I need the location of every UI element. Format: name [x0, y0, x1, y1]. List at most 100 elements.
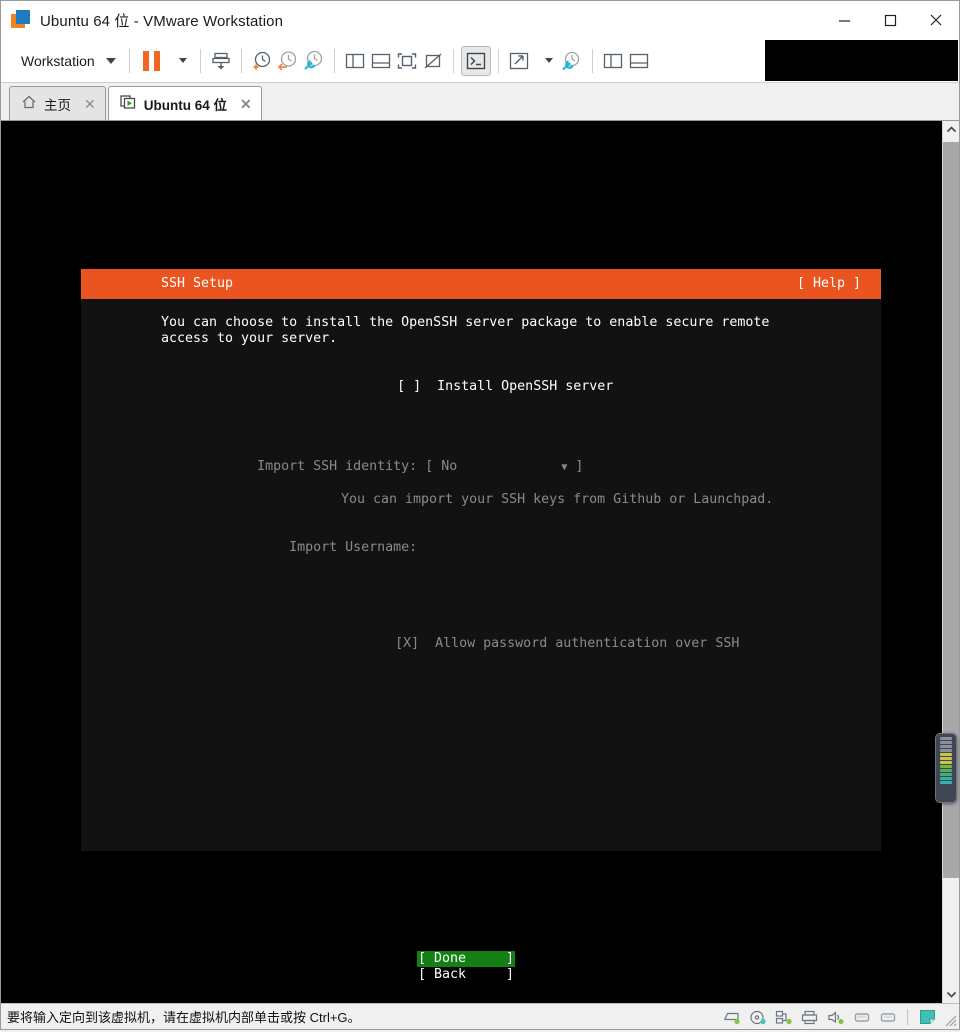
import-username-row[interactable]: Import Username: — [81, 524, 881, 572]
snapshot-revert-icon[interactable] — [275, 48, 301, 74]
toolbar-divider — [591, 48, 593, 73]
send-key-icon[interactable] — [208, 48, 234, 74]
level-meter-segment — [940, 769, 952, 772]
install-openssh-label: Install OpenSSH server — [437, 379, 614, 394]
resize-grip-icon[interactable] — [943, 1013, 957, 1027]
snapshot-manager-icon[interactable] — [301, 48, 327, 74]
vmware-logo-icon — [11, 10, 31, 30]
import-username-label: Import Username: — [289, 540, 418, 555]
usb-device-icon[interactable] — [852, 1009, 871, 1026]
main-toolbar: Workstation — [1, 39, 959, 83]
library-panel-icon[interactable] — [600, 48, 626, 74]
toolbar-divider — [199, 48, 201, 73]
close-icon[interactable]: ✕ — [240, 97, 252, 111]
ubuntu-installer-ssh-setup: SSH Setup [ Help ] You can choose to ins… — [81, 269, 881, 982]
allow-password-auth-row[interactable]: [X] Allow password authentication over S… — [81, 620, 881, 668]
description-line-1: You can choose to install the OpenSSH se… — [161, 315, 770, 330]
workstation-menu-label: Workstation — [21, 52, 95, 69]
home-icon — [21, 94, 37, 113]
scroll-down-button[interactable] — [943, 986, 959, 1003]
toolbar-divider — [452, 48, 454, 73]
back-button-row[interactable]: [ Back ] — [81, 967, 881, 983]
usb-device-icon[interactable] — [878, 1009, 897, 1026]
sound-card-icon[interactable] — [826, 1009, 845, 1026]
tab-home-label: 主页 — [44, 97, 71, 113]
fullscreen-icon[interactable] — [506, 48, 532, 74]
toolbar-overflow-region — [765, 40, 958, 81]
level-meter-segment — [940, 773, 952, 776]
scrollbar-track[interactable] — [943, 138, 959, 986]
install-openssh-checkbox-row[interactable]: [ ] Install OpenSSH server — [81, 363, 881, 411]
level-meter-segment — [940, 757, 952, 760]
chevron-down-icon — [178, 58, 187, 63]
level-meter-segment — [940, 777, 952, 780]
close-icon[interactable]: ✕ — [84, 97, 96, 111]
vm-power-icon — [120, 94, 137, 113]
level-meter-segment — [940, 761, 952, 764]
toolbar-divider — [333, 48, 335, 73]
title-bar: Ubuntu 64 位 - VMware Workstation — [1, 1, 959, 39]
minimize-button[interactable] — [821, 1, 867, 39]
tab-home[interactable]: 主页 ✕ — [9, 86, 106, 120]
window-title: Ubuntu 64 位 - VMware Workstation — [40, 12, 284, 30]
import-identity-row[interactable]: Import SSH identity: [ No ▼ ] — [81, 443, 881, 492]
printer-icon[interactable] — [800, 1009, 819, 1026]
fullscreen-options-dropdown[interactable] — [532, 44, 559, 78]
back-button[interactable]: [ Back ] — [417, 967, 515, 983]
level-meter-segment — [940, 737, 952, 740]
vm-settings-icon[interactable] — [559, 48, 585, 74]
vertical-scrollbar[interactable] — [942, 121, 959, 1003]
power-options-dropdown[interactable] — [166, 44, 193, 78]
autofit-off-icon[interactable] — [420, 48, 446, 74]
import-identity-value[interactable]: No — [441, 459, 457, 474]
vmware-workstation-window: Ubuntu 64 位 - VMware Workstation Worksta… — [0, 0, 960, 1030]
import-identity-close-bracket: ] — [575, 459, 584, 474]
level-meter-segment — [940, 765, 952, 768]
toolbar-divider — [497, 48, 499, 73]
import-identity-hint: You can import your SSH keys from Github… — [341, 492, 774, 507]
level-meter-widget — [935, 733, 957, 803]
chevron-down-icon — [544, 58, 553, 63]
chevron-down-icon — [105, 57, 116, 64]
pause-icon — [142, 50, 160, 71]
network-adapter-icon[interactable] — [774, 1009, 793, 1026]
level-meter-segment — [940, 753, 952, 756]
level-meter-segment — [940, 741, 952, 744]
note-icon[interactable] — [918, 1009, 937, 1026]
tab-ubuntu-64[interactable]: Ubuntu 64 位 ✕ — [107, 86, 262, 120]
tab-bar: 主页 ✕ Ubuntu 64 位 ✕ — [1, 83, 959, 121]
installer-header: SSH Setup [ Help ] — [81, 269, 881, 299]
close-button[interactable] — [913, 1, 959, 39]
maximize-button[interactable] — [867, 1, 913, 39]
done-button-row[interactable]: [ Done ] — [81, 951, 881, 967]
hard-disk-icon[interactable] — [722, 1009, 741, 1026]
tab-ubuntu-label: Ubuntu 64 位 — [143, 97, 227, 113]
allow-password-auth-checkbox[interactable]: [X] — [395, 636, 419, 651]
thumbnail-bar-icon[interactable] — [626, 48, 652, 74]
pause-vm-button[interactable] — [137, 44, 166, 78]
allow-password-auth-label: Allow password authentication over SSH — [435, 636, 740, 651]
import-identity-label: Import SSH identity: — [257, 459, 418, 474]
status-device-icons — [722, 1004, 937, 1030]
fit-guest-icon[interactable] — [394, 48, 420, 74]
workstation-menu-button[interactable]: Workstation — [11, 44, 122, 78]
status-bar: 要将输入定向到该虚拟机，请在虚拟机内部单击或按 Ctrl+G。 — [1, 1003, 959, 1029]
description-line-2: access to your server. — [161, 331, 338, 346]
scroll-up-button[interactable] — [943, 121, 959, 138]
guest-screen[interactable]: SSH Setup [ Help ] You can choose to ins… — [1, 121, 942, 1003]
cd-dvd-icon[interactable] — [748, 1009, 767, 1026]
help-button[interactable]: [ Help ] — [797, 276, 861, 292]
toolbar-divider — [128, 48, 130, 73]
level-meter-segment — [940, 781, 952, 784]
snapshot-add-icon[interactable] — [249, 48, 275, 74]
done-button[interactable]: [ Done ] — [417, 951, 516, 967]
console-view-icon[interactable] — [460, 45, 491, 76]
panel-left-icon[interactable] — [342, 48, 368, 74]
panel-bottom-icon[interactable] — [368, 48, 394, 74]
status-divider — [907, 1009, 908, 1025]
installer-body: You can choose to install the OpenSSH se… — [81, 299, 881, 982]
status-message: 要将输入定向到该虚拟机，请在虚拟机内部单击或按 Ctrl+G。 — [7, 1010, 361, 1025]
toolbar-divider — [240, 48, 242, 73]
install-openssh-checkbox[interactable]: [ ] — [397, 379, 421, 394]
installer-title: SSH Setup — [161, 276, 234, 291]
